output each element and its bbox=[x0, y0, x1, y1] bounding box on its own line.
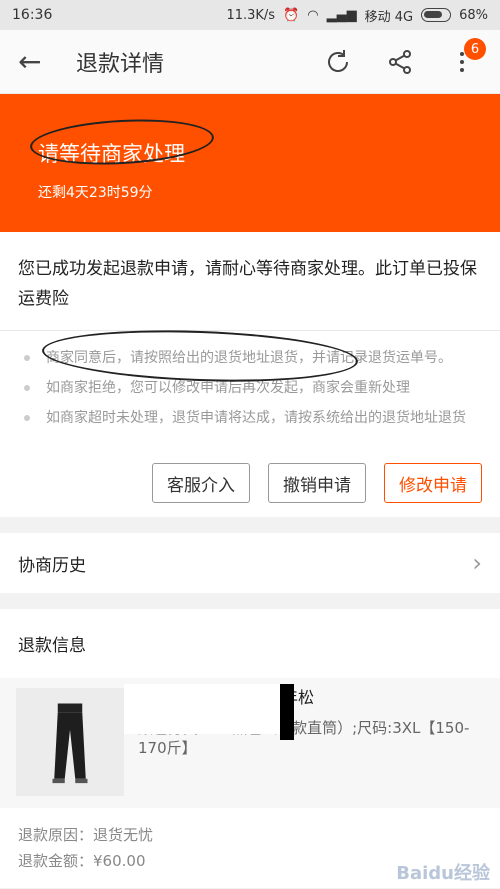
status-banner: 请等待商家处理 还剩4天23时59分 bbox=[0, 94, 500, 232]
history-label: 协商历史 bbox=[18, 555, 86, 576]
redaction-block bbox=[124, 684, 284, 734]
wifi-icon: ◠ bbox=[307, 7, 319, 23]
bullet-icon bbox=[24, 355, 30, 361]
status-time: 16:36 bbox=[12, 7, 53, 23]
watermark-logo: Baidu经验 bbox=[396, 863, 490, 884]
bullet-icon bbox=[24, 415, 30, 421]
page-title: 退款详情 bbox=[76, 51, 165, 77]
product-item[interactable]: 士休闲裤男长裤青少年松 颜色分类：60黑色（秋款直筒）;尺码:3XL【150-1… bbox=[0, 678, 500, 808]
battery-level: 68% bbox=[459, 7, 488, 23]
cancel-request-button[interactable]: 撤销申请 bbox=[268, 463, 366, 503]
share-icon[interactable] bbox=[380, 42, 420, 82]
status-bar: 16:36 11.3K/s ⏰ ◠ ▂▄▆ 移动 4G 68% bbox=[0, 0, 500, 30]
refresh-icon[interactable] bbox=[318, 42, 358, 82]
carrier: 移动 4G bbox=[364, 9, 414, 25]
refund-reason: 退款原因：退货无忧 bbox=[18, 826, 154, 844]
back-arrow-icon[interactable]: ← bbox=[18, 47, 58, 76]
refund-status-card: 您已成功发起退款申请，请耐心等待商家处理。此订单已投保运费险 商家同意后，请按照… bbox=[0, 232, 500, 517]
modify-request-button[interactable]: 修改申请 bbox=[384, 463, 482, 503]
refund-info-card: 退款信息 士休闲裤男长裤青少年松 颜色分类：60黑色（秋款直筒）;尺码:3XL【… bbox=[0, 609, 500, 888]
app-bar: ← 退款详情 6 bbox=[0, 30, 500, 94]
action-buttons: 客服介入 撤销申请 修改申请 bbox=[0, 457, 500, 517]
status-description: 您已成功发起退款申请，请耐心等待商家处理。此订单已投保运费险 bbox=[0, 232, 500, 331]
signal-icon: ▂▄▆ bbox=[326, 7, 357, 23]
chevron-right-icon: › bbox=[472, 549, 482, 577]
negotiation-history-row[interactable]: 协商历史 › bbox=[0, 533, 500, 593]
list-item: 如商家超时未处理，退货申请将达成，请按系统给出的退货地址退货 bbox=[24, 407, 482, 429]
alarm-icon: ⏰ bbox=[283, 7, 300, 23]
battery-icon bbox=[421, 8, 452, 22]
redaction-block bbox=[280, 684, 294, 740]
section-title: 退款信息 bbox=[18, 636, 86, 656]
notification-badge: 6 bbox=[464, 38, 486, 60]
product-image bbox=[16, 688, 124, 796]
notes-list: 商家同意后，请按照给出的退货地址退货，并请记录退货运单号。 如商家拒绝，您可以修… bbox=[0, 325, 500, 457]
customer-service-button[interactable]: 客服介入 bbox=[152, 463, 250, 503]
bullet-icon bbox=[24, 385, 30, 391]
net-speed: 11.3K/s bbox=[226, 7, 276, 23]
countdown: 还剩4天23时59分 bbox=[38, 185, 153, 201]
